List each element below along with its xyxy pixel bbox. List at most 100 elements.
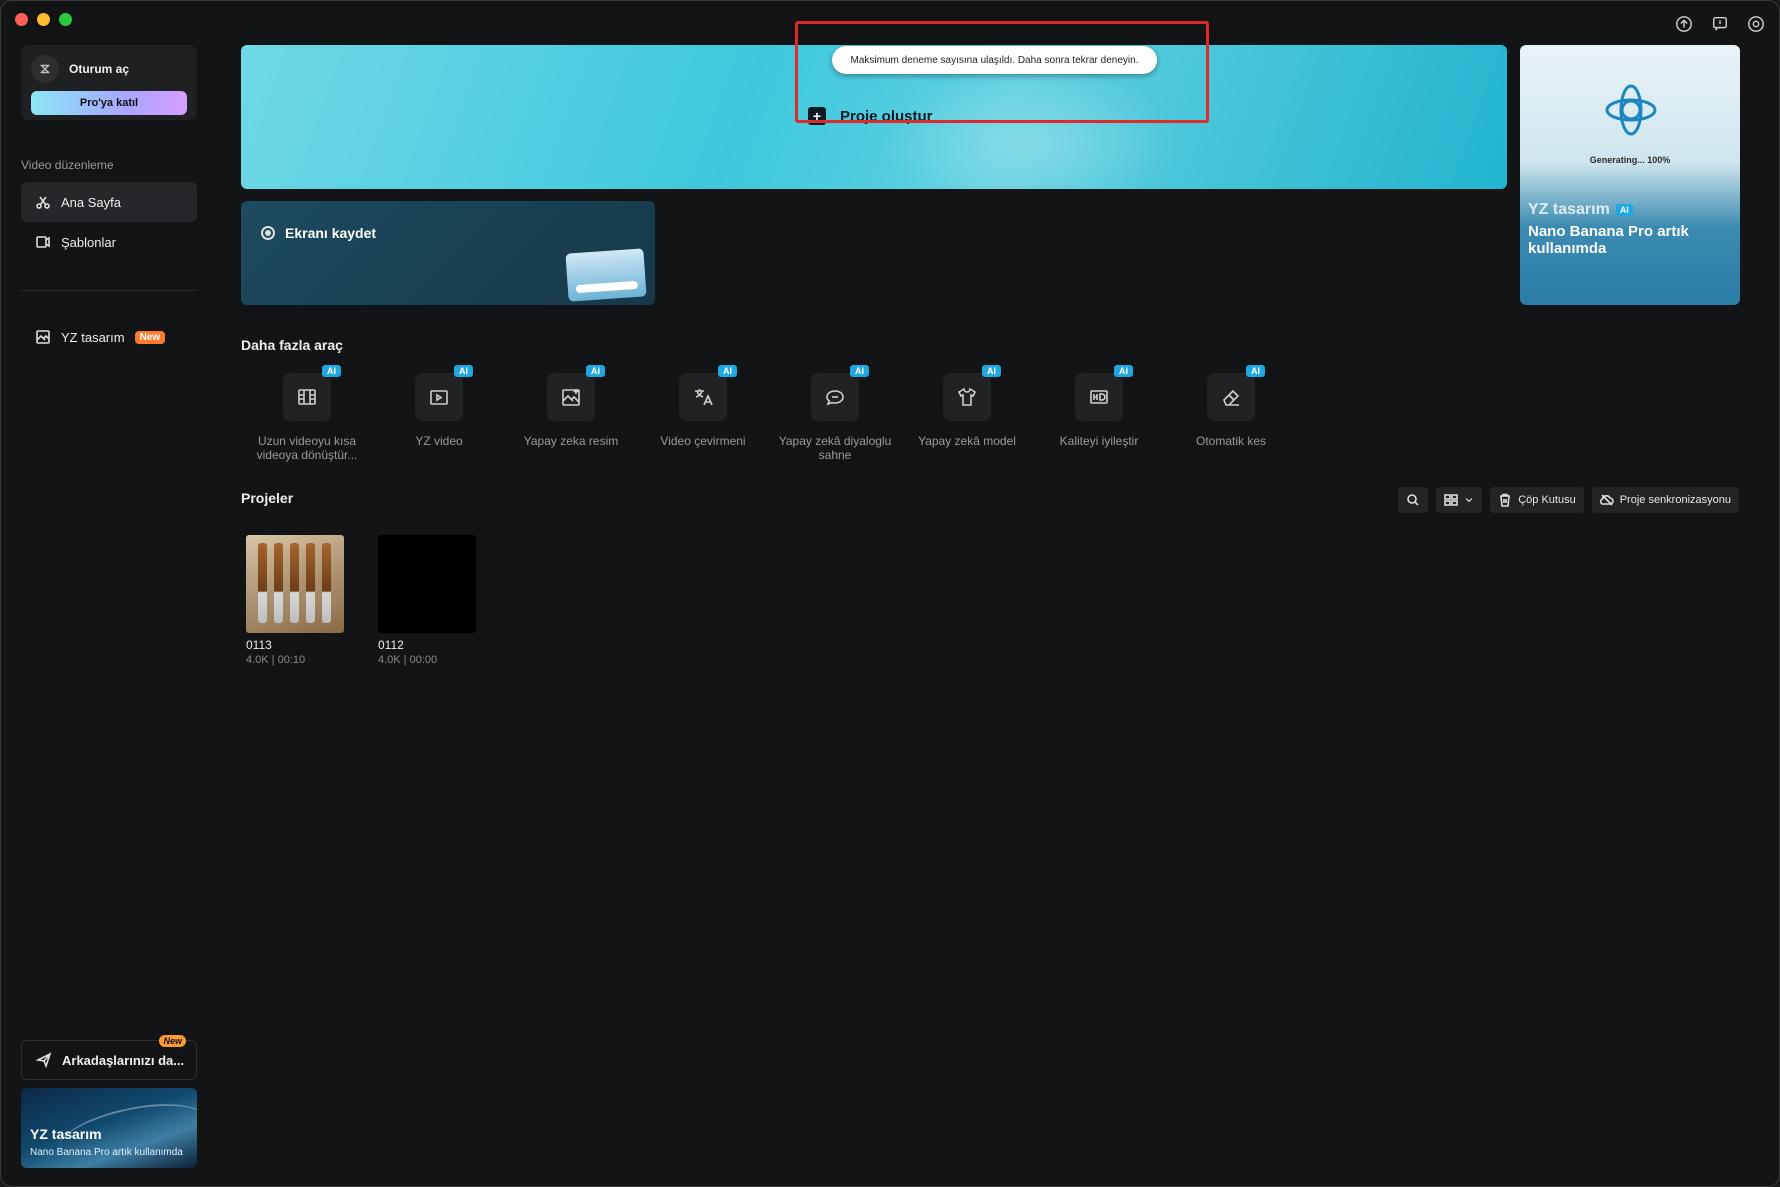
tool-video-translator[interactable]: AI Video çevirmeni [637, 365, 769, 462]
project-card[interactable]: 0113 4.0K | 00:10 [246, 535, 344, 666]
shirt-icon [957, 387, 977, 406]
sidebar-item-label: Ana Sayfa [61, 194, 121, 210]
grid-view-icon [1444, 494, 1459, 506]
projects-list: 0113 4.0K | 00:10 0112 4.0K | 00:00 [246, 535, 476, 666]
project-sync-label: Proje senkronizasyonu [1619, 494, 1731, 506]
film-cut-icon [298, 389, 316, 405]
record-screen-label-row: Ekranı kaydet [261, 225, 376, 241]
translate-icon [695, 389, 713, 406]
dialog-scene-icon [826, 390, 844, 406]
more-tools-heading: Daha fazla araç [241, 337, 343, 353]
trash-button[interactable]: Çöp Kutusu [1490, 487, 1584, 513]
project-card[interactable]: 0112 4.0K | 00:00 [378, 535, 476, 666]
new-badge: New [159, 1035, 186, 1047]
login-card: Oturum aç Pro'ya katıl [21, 45, 197, 120]
generating-status: Generating... 100% [1589, 155, 1671, 165]
tool-label: Yapay zeka resim [523, 434, 619, 448]
settings-icon[interactable] [1747, 15, 1765, 33]
sidebar-item-label: Şablonlar [61, 234, 116, 250]
ai-orbit-icon [1604, 83, 1658, 137]
tool-label: Kaliteyi iyileştir [1059, 434, 1139, 448]
upload-icon[interactable] [1675, 15, 1693, 33]
sidebar-item-ai-design[interactable]: YZ tasarım New [21, 317, 197, 357]
promo-subtitle: Nano Banana Pro artık kullanımda [30, 1147, 183, 1158]
banner-title: Nano Banana Pro artık kullanımda [1528, 223, 1689, 257]
banner-tag: YZ tasarım AI [1528, 201, 1633, 219]
ai-design-banner[interactable]: Generating... 100% YZ tasarım AI Nano Ba… [1520, 45, 1740, 305]
promo-banner[interactable]: YZ tasarım Nano Banana Pro artık kullanı… [21, 1088, 197, 1168]
project-meta: 4.0K | 00:00 [378, 654, 438, 666]
project-name: 0113 [246, 638, 272, 652]
window-controls [15, 13, 72, 26]
ai-image-icon [36, 330, 50, 344]
search-button[interactable] [1398, 487, 1429, 513]
scissors-icon [36, 196, 50, 209]
record-preview-image [565, 248, 647, 302]
projects-heading: Projeler [241, 490, 294, 506]
search-icon [1407, 494, 1419, 506]
tools-grid: AI Uzun videoyu kısa videoya dönüştür...… [241, 365, 1297, 462]
ai-badge: AI [718, 365, 737, 377]
section-label-video-editing: Video düzenleme [21, 158, 114, 172]
template-icon [36, 236, 50, 248]
record-screen-label: Ekranı kaydet [285, 225, 377, 241]
trash-icon [1500, 493, 1511, 507]
tool-long-to-short[interactable]: AI Uzun videoyu kısa videoya dönüştür... [241, 365, 373, 462]
tool-label: Yapay zekâ diyaloglu sahne [778, 434, 892, 462]
send-icon [36, 1052, 52, 1068]
projects-toolbar: Çöp Kutusu Proje senkronizasyonu [1398, 487, 1739, 513]
tool-label: Uzun videoyu kısa videoya dönüştür... [256, 434, 358, 462]
tool-ai-video[interactable]: AI YZ video [373, 365, 505, 462]
top-toolbar [1675, 15, 1765, 33]
tool-label: Yapay zekâ model [918, 434, 1016, 448]
invite-friends-button[interactable]: Arkadaşlarınızı da... New [21, 1035, 197, 1080]
ai-badge: AI [982, 365, 1001, 377]
feedback-icon[interactable] [1711, 15, 1729, 33]
app-window: Oturum aç Pro'ya katıl Video düzenleme A… [0, 0, 1780, 1187]
ai-badge: AI [1114, 365, 1133, 377]
eraser-icon [1223, 389, 1240, 406]
sidebar-item-templates[interactable]: Şablonlar [21, 222, 197, 262]
minimize-window-button[interactable] [37, 13, 50, 26]
ai-image-icon [562, 389, 580, 406]
login-row[interactable]: Oturum aç [31, 55, 187, 83]
ai-badge: AI [322, 365, 341, 377]
tool-label: Otomatik kes [1195, 434, 1267, 448]
ai-badge: AI [454, 365, 473, 377]
tool-label: Video çevirmeni [660, 434, 746, 448]
close-window-button[interactable] [15, 13, 28, 26]
project-name: 0112 [378, 638, 404, 652]
project-sync-button[interactable]: Proje senkronizasyonu [1591, 487, 1739, 513]
project-thumbnail [378, 535, 476, 633]
record-screen-card[interactable]: Ekranı kaydet [241, 201, 655, 305]
view-toggle-button[interactable] [1436, 487, 1483, 513]
login-label: Oturum aç [69, 62, 130, 76]
ai-badge: AI [586, 365, 605, 377]
promo-title: YZ tasarım [30, 1126, 102, 1142]
hd-icon [1090, 390, 1108, 404]
project-meta: 4.0K | 00:10 [246, 654, 306, 666]
tool-enhance-quality[interactable]: AI Kaliteyi iyileştir [1033, 365, 1165, 462]
ai-badge: AI [850, 365, 869, 377]
sidebar-divider [21, 290, 197, 291]
new-badge: New [134, 330, 166, 344]
join-pro-button[interactable]: Pro'ya katıl [31, 91, 187, 115]
zoom-window-button[interactable] [59, 13, 72, 26]
tool-label: YZ video [415, 434, 463, 448]
tool-ai-image[interactable]: AI Yapay zeka resim [505, 365, 637, 462]
project-thumbnail [246, 535, 344, 633]
highlight-box [795, 21, 1209, 123]
trash-label: Çöp Kutusu [1518, 494, 1576, 506]
sidebar: Oturum aç Pro'ya katıl Video düzenleme A… [21, 45, 197, 1186]
record-icon [261, 226, 275, 240]
chevron-down-icon [1465, 498, 1473, 503]
ai-video-icon [430, 390, 448, 405]
tool-auto-cut[interactable]: AI Otomatik kes [1165, 365, 1297, 462]
tool-ai-model[interactable]: AI Yapay zekâ model [901, 365, 1033, 462]
app-logo-icon [31, 55, 59, 83]
cloud-sync-icon [1599, 494, 1614, 506]
invite-label: Arkadaşlarınızı da... [62, 1052, 185, 1068]
sidebar-item-home[interactable]: Ana Sayfa [21, 182, 197, 222]
tool-dialog-scene[interactable]: AI Yapay zekâ diyaloglu sahne [769, 365, 901, 462]
ai-badge: AI [1246, 365, 1265, 377]
